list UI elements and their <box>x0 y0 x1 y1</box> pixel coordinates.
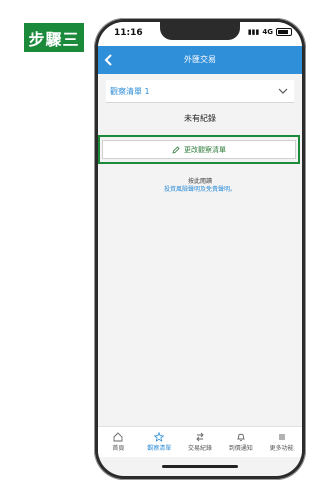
tab-home[interactable]: 首頁 <box>98 427 139 457</box>
pencil-icon <box>172 145 180 154</box>
swap-icon <box>196 432 204 442</box>
network-label: 4G <box>262 28 273 36</box>
empty-state-text: 未有紀錄 <box>184 114 216 123</box>
edit-watchlist-label: 更改觀察清單 <box>184 145 226 154</box>
page-title: 外匯交易 <box>184 55 216 64</box>
home-icon <box>113 432 123 442</box>
status-time: 11:16 <box>114 28 143 38</box>
chevron-down-icon <box>278 88 288 94</box>
menu-icon <box>278 434 285 440</box>
notch <box>160 22 240 40</box>
step-badge: 步驟三 <box>24 23 84 52</box>
tab-label: 首頁 <box>112 445 125 452</box>
disclaimer-link[interactable]: 投資風險聲明及免責聲明。 <box>98 184 302 193</box>
signal-icon: ▮▮▮ <box>247 28 260 36</box>
battery-icon <box>276 28 292 36</box>
home-indicator <box>162 465 238 468</box>
watchlist-dropdown[interactable]: 觀察清單 1 <box>106 80 294 103</box>
edit-watchlist-button[interactable]: 更改觀察清單 <box>102 140 296 159</box>
app-header: 外匯交易 <box>98 46 302 74</box>
tab-label: 更多功能 <box>269 445 294 452</box>
phone-screen: 11:16 ▮▮▮ 4G 外匯交易 觀察清單 1 未有紀錄 更改觀察清單 按此閱… <box>98 22 302 476</box>
tab-label: 到價通知 <box>228 445 253 452</box>
tab-transactions[interactable]: 交易紀錄 <box>180 427 221 457</box>
status-indicators: ▮▮▮ 4G <box>248 28 292 36</box>
star-icon <box>154 432 165 442</box>
watchlist-selected: 觀察清單 1 <box>110 87 150 96</box>
tab-more[interactable]: 更多功能 <box>261 427 302 457</box>
tab-watchlist[interactable]: 觀察清單 <box>139 427 180 457</box>
status-bar: 11:16 ▮▮▮ 4G <box>98 22 302 46</box>
tab-label: 交易紀錄 <box>187 445 212 452</box>
bell-icon <box>237 433 245 442</box>
tab-bar: 首頁 觀察清單 交易紀錄 到價通知 更多功能 <box>98 426 302 457</box>
tab-price-alerts[interactable]: 到價通知 <box>220 427 261 457</box>
tab-label: 觀察清單 <box>147 445 172 452</box>
